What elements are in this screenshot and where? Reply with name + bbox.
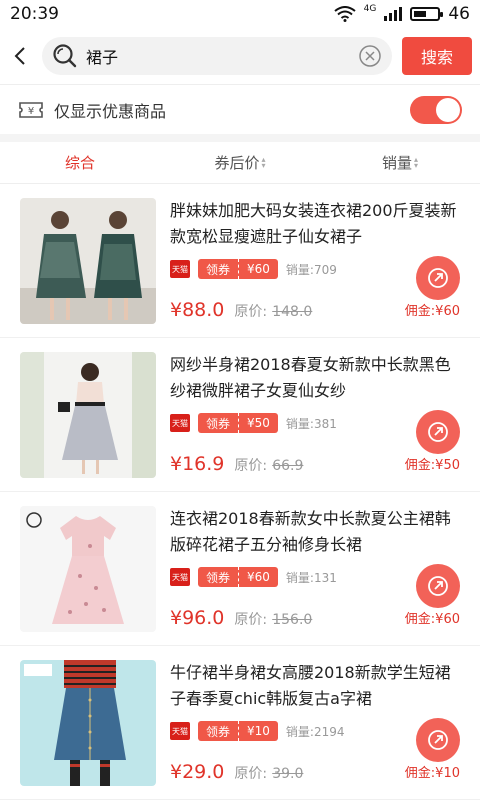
toggle-knob bbox=[436, 97, 460, 122]
sales-count: 销量:2194 bbox=[285, 724, 345, 739]
product-info: 网纱半身裙2018春夏女新款中长款黑色纱裙微胖裙子女夏仙女纱 天猫 领券 ¥50… bbox=[156, 352, 460, 477]
tmall-badge: 天猫 bbox=[170, 722, 190, 740]
sales-count: 销量:131 bbox=[285, 570, 337, 585]
product-info: 胖妹妹加肥大码女装连衣裙200斤夏装新款宽松显瘦遮肚子仙女裙子 天猫 领券 ¥6… bbox=[156, 198, 460, 323]
original-price: 156.0 bbox=[272, 612, 313, 628]
product-card[interactable]: 连衣裙2018春新款女中长款夏公主裙韩版碎花裙子五分袖修身长裙 天猫 领券 ¥6… bbox=[0, 492, 480, 646]
original-price: 148.0 bbox=[272, 304, 313, 320]
network-label: 4G bbox=[363, 4, 377, 14]
tab-comprehensive[interactable]: 综合 bbox=[0, 142, 160, 183]
price-row: ¥88.0 原价: 148.0 bbox=[170, 299, 312, 321]
price-row: ¥29.0 原价: 39.0 bbox=[170, 761, 303, 783]
product-image bbox=[20, 660, 156, 786]
commission: 佣金:¥60 bbox=[404, 304, 460, 319]
product-title: 网纱半身裙2018春夏女新款中长款黑色纱裙微胖裙子女夏仙女纱 bbox=[170, 355, 451, 400]
share-button[interactable] bbox=[416, 256, 460, 300]
price: ¥29.0 bbox=[170, 761, 225, 783]
tab-label: 综合 bbox=[64, 154, 95, 172]
coupon-value: ¥50 bbox=[239, 413, 278, 433]
product-card[interactable]: 牛仔裙半身裙女高腰2018新款学生短裙子春季夏chic韩版复古a字裙 天猫 领券… bbox=[0, 646, 480, 800]
commission: 佣金:¥10 bbox=[404, 766, 460, 781]
coupon-tag[interactable]: 领券 ¥60 bbox=[198, 259, 278, 279]
discount-filter-label: 仅显示优惠商品 bbox=[54, 101, 167, 121]
coupon-label: 领券 bbox=[198, 413, 240, 433]
product-info: 连衣裙2018春新款女中长款夏公主裙韩版碎花裙子五分袖修身长裙 天猫 领券 ¥6… bbox=[156, 506, 460, 631]
product-image bbox=[20, 506, 156, 632]
share-button[interactable] bbox=[416, 718, 460, 762]
battery-level: 46 bbox=[448, 4, 470, 24]
tab-price-after-coupon[interactable]: 券后价 ▴ ▾ bbox=[160, 142, 320, 183]
svg-text:¥: ¥ bbox=[28, 106, 34, 117]
sales-count: 销量:381 bbox=[285, 416, 337, 431]
original-price: 66.9 bbox=[272, 458, 304, 474]
product-image bbox=[20, 352, 156, 478]
price: ¥96.0 bbox=[170, 607, 225, 629]
coupon-value: ¥10 bbox=[239, 721, 278, 741]
tab-label: 销量 bbox=[381, 154, 412, 172]
coupon-tag[interactable]: 领券 ¥10 bbox=[198, 721, 278, 741]
back-button[interactable] bbox=[8, 44, 32, 68]
product-title: 胖妹妹加肥大码女装连衣裙200斤夏装新款宽松显瘦遮肚子仙女裙子 bbox=[170, 201, 457, 246]
sort-tabs: 综合 券后价 ▴ ▾ 销量 ▴ ▾ bbox=[0, 134, 480, 184]
discount-filter-row: ¥ 仅显示优惠商品 bbox=[0, 84, 480, 134]
share-icon bbox=[428, 730, 448, 750]
price-row: ¥96.0 原价: 156.0 bbox=[170, 607, 312, 629]
price: ¥16.9 bbox=[170, 453, 225, 475]
product-info: 牛仔裙半身裙女高腰2018新款学生短裙子春季夏chic韩版复古a字裙 天猫 领券… bbox=[156, 660, 460, 785]
search-query: 裙子 bbox=[86, 48, 119, 67]
original-price-label: 原价: bbox=[234, 304, 268, 320]
coupon-value: ¥60 bbox=[239, 259, 278, 279]
signal-icon bbox=[384, 7, 403, 21]
status-icons: 4G 46 bbox=[334, 4, 470, 24]
tmall-badge: 天猫 bbox=[170, 568, 190, 586]
share-icon bbox=[428, 576, 448, 596]
discount-toggle[interactable] bbox=[410, 95, 462, 124]
sort-arrows-icon: ▴ ▾ bbox=[261, 154, 266, 170]
original-price: 39.0 bbox=[272, 766, 304, 782]
tab-label: 券后价 bbox=[214, 154, 260, 172]
product-title: 牛仔裙半身裙女高腰2018新款学生短裙子春季夏chic韩版复古a字裙 bbox=[170, 663, 451, 708]
search-icon bbox=[53, 44, 77, 68]
share-icon bbox=[428, 422, 448, 442]
product-image bbox=[20, 198, 156, 324]
commission: 佣金:¥50 bbox=[404, 458, 460, 473]
wifi-icon bbox=[334, 6, 356, 22]
original-price-label: 原价: bbox=[234, 458, 268, 474]
coupon-tag[interactable]: 领券 ¥50 bbox=[198, 413, 278, 433]
coupon-value: ¥60 bbox=[239, 567, 278, 587]
tab-sales[interactable]: 销量 ▴ ▾ bbox=[320, 142, 480, 183]
product-title: 连衣裙2018春新款女中长款夏公主裙韩版碎花裙子五分袖修身长裙 bbox=[170, 509, 451, 554]
back-arrow-icon bbox=[14, 47, 25, 65]
coupon-label: 领券 bbox=[198, 259, 240, 279]
sort-arrows-icon: ▴ ▾ bbox=[414, 154, 419, 170]
coupon-icon: ¥ bbox=[19, 101, 43, 118]
search-bar: 裙子 搜索 bbox=[0, 28, 480, 84]
search-input[interactable]: 裙子 bbox=[42, 37, 392, 75]
battery-icon bbox=[410, 7, 444, 21]
sales-count: 销量:709 bbox=[285, 262, 337, 277]
product-card[interactable]: 网纱半身裙2018春夏女新款中长款黑色纱裙微胖裙子女夏仙女纱 天猫 领券 ¥50… bbox=[0, 338, 480, 492]
product-list: 胖妹妹加肥大码女装连衣裙200斤夏装新款宽松显瘦遮肚子仙女裙子 天猫 领券 ¥6… bbox=[0, 184, 480, 800]
price-row: ¥16.9 原价: 66.9 bbox=[170, 453, 303, 475]
original-price-label: 原价: bbox=[234, 766, 268, 782]
coupon-label: 领券 bbox=[198, 567, 240, 587]
coupon-label: 领券 bbox=[198, 721, 240, 741]
price: ¥88.0 bbox=[170, 299, 225, 321]
share-button[interactable] bbox=[416, 564, 460, 608]
original-price-label: 原价: bbox=[234, 612, 268, 628]
tmall-badge: 天猫 bbox=[170, 414, 190, 432]
status-time: 20:39 bbox=[10, 4, 59, 24]
tmall-badge: 天猫 bbox=[170, 260, 190, 278]
search-button[interactable]: 搜索 bbox=[402, 37, 472, 75]
share-button[interactable] bbox=[416, 410, 460, 454]
clear-icon[interactable] bbox=[358, 44, 382, 68]
status-bar: 20:39 4G 46 bbox=[0, 0, 480, 28]
share-icon bbox=[428, 268, 448, 288]
product-card[interactable]: 胖妹妹加肥大码女装连衣裙200斤夏装新款宽松显瘦遮肚子仙女裙子 天猫 领券 ¥6… bbox=[0, 184, 480, 338]
coupon-tag[interactable]: 领券 ¥60 bbox=[198, 567, 278, 587]
commission: 佣金:¥60 bbox=[404, 612, 460, 627]
